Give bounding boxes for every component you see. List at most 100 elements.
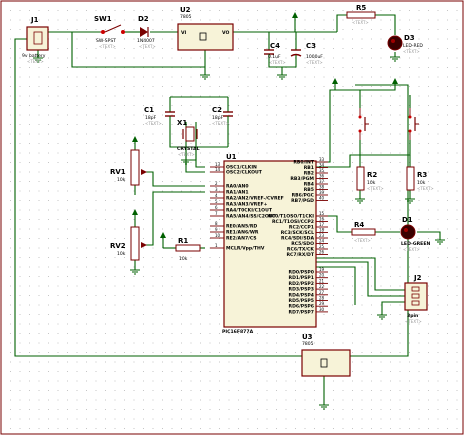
u1-right-pin-label: RB5: [304, 187, 314, 193]
d2-ref: D2: [138, 15, 149, 23]
u2-ref: U2: [180, 6, 191, 14]
j2-text-placeholder: <TEXT>: [405, 319, 422, 324]
u1-right-pin-number: 18: [319, 228, 325, 233]
u1-left-pin-label: RA1/AN1: [226, 190, 249, 196]
u1-right-pin-number: 37: [319, 179, 325, 184]
x1-ref: X1: [177, 119, 187, 127]
u1-left-pin-number: 14: [215, 167, 221, 172]
u1-right-pin-number: 34: [319, 163, 325, 168]
d1-text-placeholder: <TEXT>: [403, 247, 420, 252]
u1-left-pin-label: OSC2/CLKOUT: [226, 170, 263, 176]
d1-ref: D1: [402, 216, 413, 224]
u1-right-pin-label: RB4: [304, 182, 314, 188]
d2-text-placeholder: <TEXT>: [139, 44, 156, 49]
sw1-ref: SW1: [94, 15, 112, 23]
u1-right-pin-label: RC1/T1OSI/CCP2: [272, 219, 314, 225]
rv1-value: 10k: [117, 177, 126, 183]
c4-ref: C4: [270, 42, 280, 50]
u1-right-pin-label: RD2/PSP2: [289, 281, 314, 287]
u1-right-pin-number: 40: [319, 196, 325, 201]
u1-right-pin-label: RB1: [304, 165, 314, 171]
u1-left-pin-label: RA0/AN0: [226, 184, 249, 190]
c4-text-placeholder: <TEXT>: [269, 60, 286, 65]
r4-text-placeholder: <TEXT>: [354, 238, 371, 243]
c2-ref: C2: [212, 106, 222, 114]
u1-right-pin-label: RC2/CCP1: [289, 225, 314, 231]
sw1-text-placeholder: <TEXT>: [99, 44, 116, 49]
u1-left-pin-label: RA3/AN3/VREF+: [226, 202, 268, 208]
u1-right-pin-label: RD7/PSP7: [289, 309, 314, 315]
u1-right-pin-number: 25: [319, 244, 325, 249]
r5-text-placeholder: <TEXT>: [352, 20, 369, 25]
u1-right-pin-label: RC4/SDI/SDA: [281, 236, 314, 242]
u1-right-pin-label: RD4/PSP4: [289, 292, 314, 298]
schematic-canvas[interactable]: J1 9v battery <TEXT> SW1 SW-SPST <TEXT> …: [0, 0, 464, 435]
u1-right-pin-label: RD6/PSP6: [289, 304, 314, 310]
u1-right-pin-number: 17: [319, 222, 325, 227]
u1-right-pin-label: RD3/PSP3: [289, 287, 314, 293]
u2-pin-in: VI: [181, 30, 187, 36]
u1-right-pin-number: 38: [319, 185, 325, 190]
u2-pin-out: VO: [222, 30, 229, 36]
c1-text-placeholder: <TEXT>: [145, 121, 162, 126]
u3-value: 7805: [302, 341, 314, 347]
u1-left-pin-label: RE2/AN7/CS: [226, 236, 257, 242]
j1-text-placeholder: <TEXT>: [27, 59, 44, 64]
c3-ref: C3: [306, 42, 316, 50]
u1-right-pin-label: RC7/RX/DT: [287, 252, 315, 258]
u1-right-pin-number: 19: [319, 267, 325, 272]
j2-ref: J2: [413, 274, 422, 282]
u1-right-pin-number: 33: [319, 157, 325, 162]
r3-ref: R3: [417, 171, 427, 179]
u1-right-pin-label: RC0/T1OSO/T1CKI: [268, 214, 314, 220]
u1-right-pin-number: 36: [319, 174, 325, 179]
u1-right-pin-number: 35: [319, 168, 325, 173]
u1-right-pin-number: 26: [319, 250, 325, 255]
x1-text-placeholder: <TEXT>: [178, 152, 195, 157]
r1-value: 10k: [179, 256, 188, 262]
d3-ref: D3: [404, 34, 415, 42]
rv2-ref: RV2: [110, 242, 126, 250]
r4-ref: R4: [354, 221, 364, 229]
d3-text-placeholder: <TEXT>: [403, 49, 420, 54]
u1-right-pin-label: RB2: [304, 171, 314, 177]
u1-right-pin-label: RD1/PSP1: [289, 275, 314, 281]
u1-right-pin-label: RB6/PGC: [292, 193, 315, 199]
u3-ref: U3: [302, 333, 313, 341]
u1-right-pin-number: 15: [319, 211, 325, 216]
u1-value: PIC16F877A: [222, 329, 254, 335]
u2-value: 7805: [180, 14, 192, 20]
u1-right-pin-label: RD0/PSP0: [289, 270, 314, 276]
u1-right-pin-number: 22: [319, 284, 325, 289]
u1-left-pin-label: RA2/AN2/VREF-/CVREF: [226, 196, 284, 202]
r2-text-placeholder: <TEXT>: [367, 186, 384, 191]
u1-right-pin-number: 21: [319, 278, 325, 283]
rv2-value: 10k: [117, 251, 126, 257]
u1-right-pin-number: 20: [319, 273, 325, 278]
c1-ref: C1: [144, 106, 154, 114]
rv1-ref: RV1: [110, 168, 126, 176]
u1-left-pin-label: RE1/AN6/WR: [226, 230, 259, 236]
u1-right-pin-label: RC6/TX/CK: [287, 247, 315, 253]
u1-left-pin-label: MCLR/Vpp/THV: [226, 246, 265, 252]
u1-right-pin-number: 29: [319, 301, 325, 306]
u1-microcontroller[interactable]: U1 PIC16F877A OSC1/CLKIN13OSC2/CLKOUT14R…: [210, 153, 328, 335]
u1-right-pin-number: 24: [319, 239, 325, 244]
r1-ref: R1: [178, 237, 188, 245]
u1-right-pin-number: 28: [319, 296, 325, 301]
r5-ref: R5: [356, 4, 366, 12]
u1-right-pin-number: 27: [319, 290, 325, 295]
u1-right-pin-label: RB0/INT: [293, 160, 314, 166]
u1-right-pin-label: RC5/SDO: [291, 241, 314, 247]
c2-text-placeholder: <TEXT>: [212, 121, 229, 126]
u1-right-pin-number: 23: [319, 233, 325, 238]
u1-right-pin-label: RB3/PGM: [290, 176, 314, 182]
c3-text-placeholder: <TEXT>: [306, 60, 323, 65]
u1-right-pin-number: 39: [319, 190, 325, 195]
r3-text-placeholder: <TEXT>: [417, 186, 434, 191]
j1-ref: J1: [30, 16, 39, 24]
u1-right-pin-label: RD5/PSP5: [289, 298, 314, 304]
r2-ref: R2: [367, 171, 377, 179]
u1-right-pin-number: 30: [319, 307, 325, 312]
u1-ref: U1: [226, 153, 237, 161]
